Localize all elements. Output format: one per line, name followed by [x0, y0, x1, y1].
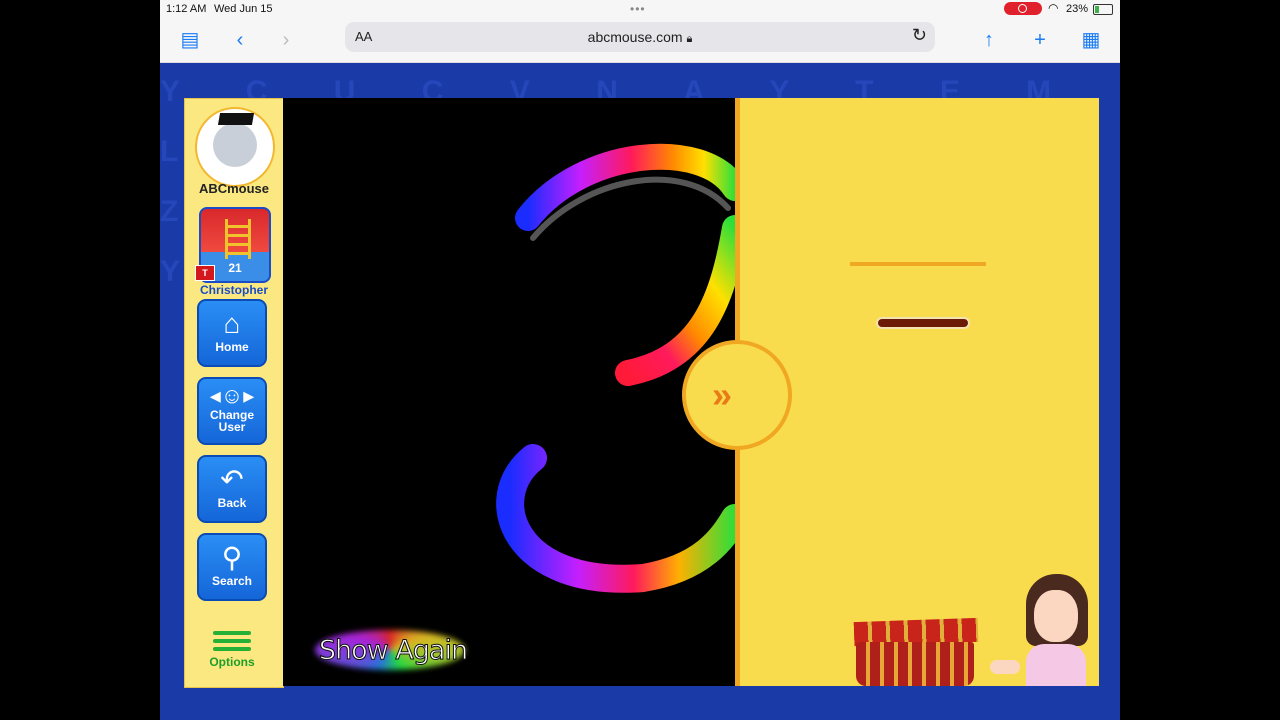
next-button[interactable]: » — [682, 340, 792, 450]
browser-toolbar: ▤ ‹ › AA abcmouse.com 🔒︎ ↻ ↑ + ▦ — [160, 18, 1120, 63]
search-icon: ⚲ — [221, 542, 243, 573]
new-tab-icon[interactable]: + — [1026, 26, 1054, 54]
back-arrow-icon: ↶ — [220, 464, 244, 495]
change-user-button[interactable]: ◂☺▸ Change User — [197, 377, 267, 445]
character-face — [1034, 590, 1078, 642]
writing-line-mid — [876, 317, 970, 329]
mouse-mascot-icon — [213, 123, 257, 167]
screen-record-icon[interactable] — [1004, 2, 1042, 15]
graduation-cap-icon — [217, 113, 255, 125]
address-bar[interactable]: AA abcmouse.com 🔒︎ ↻ — [345, 22, 935, 52]
tabs-grid-icon[interactable]: ▦ — [1077, 26, 1105, 54]
home-icon: ⌂ — [223, 308, 241, 339]
search-button[interactable]: ⚲ Search — [197, 533, 267, 601]
show-again-label: Show Again — [318, 635, 468, 667]
hamburger-icon — [213, 631, 251, 651]
options-label: Options — [209, 655, 255, 669]
reload-icon[interactable]: ↻ — [912, 25, 927, 46]
ipad-screen: 1:12 AM Wed Jun 15 ••• ◠ 23% ▤ ‹ › AA ab… — [160, 0, 1120, 720]
back-chevron-icon[interactable]: ‹ — [226, 26, 254, 54]
url-label: abcmouse.com — [587, 29, 683, 45]
battery-icon — [1093, 4, 1113, 15]
basket-icon — [856, 642, 974, 686]
home-label: Home — [215, 340, 249, 354]
status-date: Wed Jun 15 — [214, 3, 273, 15]
show-again-button[interactable]: Show Again — [313, 628, 473, 676]
share-icon[interactable]: ↑ — [975, 26, 1003, 54]
ticket-basket[interactable] — [848, 617, 982, 686]
character-body — [1026, 644, 1086, 686]
battery-percent: 23% — [1066, 3, 1089, 15]
brand-name: ABCmouse — [198, 181, 270, 196]
stroke-bottom-arc — [496, 444, 749, 593]
home-button[interactable]: ⌂ Home — [197, 299, 267, 367]
back-label: Back — [217, 496, 247, 510]
change-user-icon: ◂☺▸ — [209, 383, 255, 408]
teacher-character[interactable] — [986, 574, 1098, 686]
wifi-icon: ◠ — [1048, 1, 1059, 15]
ladder-icon — [225, 219, 251, 259]
user-name: Christopher — [199, 283, 268, 297]
sidebar-toggle-icon[interactable]: ▤ — [176, 26, 204, 54]
user-avatar-button[interactable]: 21 T — [195, 207, 271, 283]
status-bar: 1:12 AM Wed Jun 15 ••• ◠ 23% — [160, 0, 1120, 18]
forward-chevron-icon[interactable]: › — [272, 26, 300, 54]
change-user-label: Change User — [209, 408, 254, 434]
url-text[interactable]: abcmouse.com 🔒︎ — [345, 29, 935, 46]
back-button[interactable]: ↶ Back — [197, 455, 267, 523]
character-hand — [990, 660, 1020, 674]
status-time: 1:12 AM — [166, 3, 207, 15]
lock-icon: 🔒︎ — [686, 33, 693, 45]
writing-line-top — [850, 262, 986, 266]
double-chevron-right-icon: » — [712, 374, 733, 415]
abcmouse-logo[interactable] — [195, 107, 275, 187]
avatar-tag: T — [195, 265, 215, 281]
abcmouse-sidebar: ABCmouse 21 T Christopher ⌂ Home ◂☺▸ Cha… — [184, 98, 284, 688]
traced-digit-three — [496, 143, 749, 593]
options-button[interactable]: Options — [197, 627, 267, 677]
multitask-dots-icon[interactable]: ••• — [630, 2, 646, 16]
tracing-board[interactable]: Show Again — [283, 98, 749, 686]
search-label: Search — [211, 574, 253, 588]
